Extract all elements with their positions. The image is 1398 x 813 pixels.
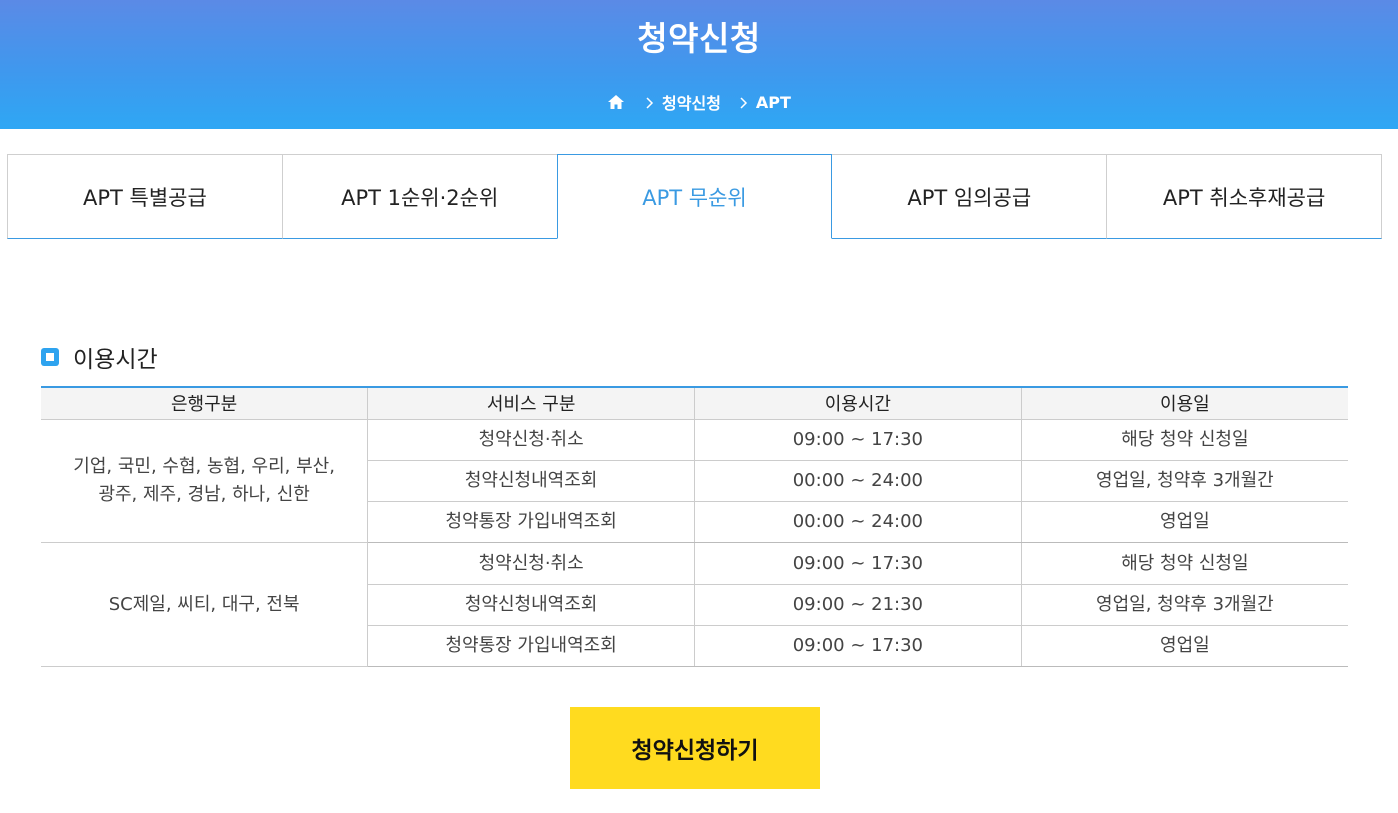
- time-cell: 09:00 ~ 17:30: [694, 625, 1022, 668]
- table-row: 기업, 국민, 수협, 농협, 우리, 부산, 광주, 제주, 경남, 하나, …: [41, 419, 1348, 544]
- time-cell: 00:00 ~ 24:00: [694, 460, 1022, 503]
- home-icon[interactable]: [607, 93, 625, 111]
- days-cell: 영업일, 청약후 3개월간: [1020, 460, 1348, 503]
- section-title-text: 이용시간: [73, 347, 158, 373]
- table-header-row: 은행구분 서비스 구분 이용시간 이용일: [41, 387, 1348, 420]
- tab-no-rank[interactable]: APT 무순위: [556, 154, 833, 239]
- time-cell: 09:00 ~ 17:30: [694, 542, 1022, 585]
- service-cell: 청약신청·취소: [367, 419, 695, 461]
- supply-type-tabs: APT 특별공급 APT 1순위·2순위 APT 무순위 APT 임의공급 AP…: [7, 154, 1382, 239]
- bank-group-line: 광주, 제주, 경남, 하나, 신한: [98, 483, 310, 505]
- section-title: 이용시간: [41, 340, 158, 374]
- tab-arbitrary-supply[interactable]: APT 임의공급: [832, 154, 1108, 239]
- service-cell: 청약통장 가입내역조회: [367, 625, 695, 668]
- tab-re-supply-after-cancel[interactable]: APT 취소후재공급: [1107, 154, 1382, 239]
- bank-group-line: SC제일, 씨티, 대구, 전북: [108, 593, 300, 615]
- usage-time-table: 은행구분 서비스 구분 이용시간 이용일 기업, 국민, 수협, 농협, 우리,…: [41, 386, 1348, 668]
- tab-special-supply[interactable]: APT 특별공급: [7, 154, 283, 239]
- tab-first-second-rank[interactable]: APT 1순위·2순위: [282, 154, 558, 239]
- bank-group-line: 기업, 국민, 수협, 농협, 우리, 부산,: [73, 455, 335, 477]
- breadcrumb: 청약신청 APT: [0, 90, 1398, 114]
- page-title: 청약신청: [637, 19, 761, 58]
- header-time: 이용시간: [694, 387, 1022, 420]
- service-cell: 청약통장 가입내역조회: [367, 501, 695, 544]
- table-row: SC제일, 씨티, 대구, 전북 청약신청·취소 09:00 ~ 17:30 해…: [41, 542, 1348, 668]
- page-header: 청약신청 청약신청 APT: [0, 0, 1398, 129]
- days-cell: 해당 청약 신청일: [1020, 542, 1348, 585]
- days-cell: 영업일: [1020, 625, 1348, 668]
- service-cell: 청약신청내역조회: [367, 460, 695, 503]
- time-cell: 09:00 ~ 21:30: [694, 584, 1022, 626]
- bank-group-cell: SC제일, 씨티, 대구, 전북: [41, 542, 368, 668]
- service-cell: 청약신청내역조회: [367, 584, 695, 626]
- days-cell: 영업일: [1020, 501, 1348, 544]
- chevron-right-icon: [643, 95, 657, 109]
- header-service: 서비스 구분: [367, 387, 695, 420]
- days-cell: 영업일, 청약후 3개월간: [1020, 584, 1348, 626]
- breadcrumb-item-apt[interactable]: APT: [756, 93, 791, 112]
- days-cell: 해당 청약 신청일: [1020, 419, 1348, 461]
- breadcrumb-item-apply[interactable]: 청약신청: [662, 90, 721, 114]
- bank-group-cell: 기업, 국민, 수협, 농협, 우리, 부산, 광주, 제주, 경남, 하나, …: [41, 419, 368, 544]
- header-bank: 은행구분: [41, 387, 368, 420]
- apply-button[interactable]: 청약신청하기: [570, 707, 820, 789]
- time-cell: 09:00 ~ 17:30: [694, 419, 1022, 461]
- square-bullet-icon: [41, 348, 59, 366]
- service-cell: 청약신청·취소: [367, 542, 695, 585]
- chevron-right-icon: [737, 95, 751, 109]
- header-days: 이용일: [1020, 387, 1348, 420]
- time-cell: 00:00 ~ 24:00: [694, 501, 1022, 544]
